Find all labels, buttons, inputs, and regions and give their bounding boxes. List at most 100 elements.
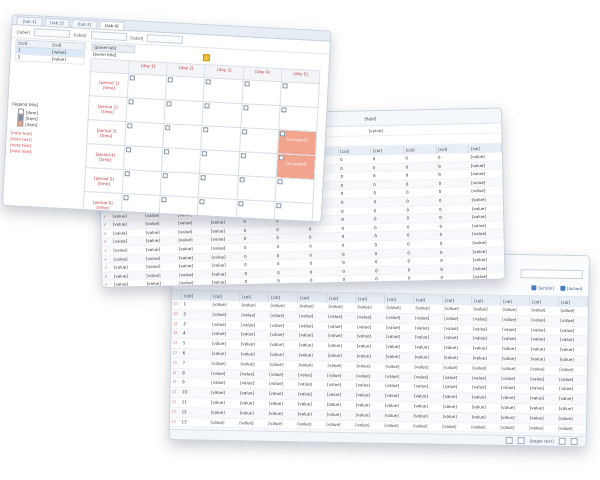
time-slot[interactable]: [occupied] <box>276 153 316 180</box>
filter-input-3[interactable] <box>147 34 184 44</box>
tab-2[interactable]: [tab 2] <box>43 17 70 28</box>
row-checkbox[interactable]: ☐ <box>170 407 180 418</box>
row-checkbox[interactable]: ☐ <box>171 319 182 330</box>
column-header[interactable]: [col] <box>384 293 414 305</box>
time-slot[interactable] <box>199 149 240 176</box>
slot-checkbox[interactable] <box>165 125 171 131</box>
time-slot[interactable] <box>240 103 280 130</box>
row-checkbox[interactable]: ☐ <box>170 387 181 398</box>
slot-checkbox[interactable] <box>242 105 249 111</box>
search-input[interactable] <box>520 269 583 280</box>
column-header[interactable]: [col] <box>471 295 501 306</box>
time-slot[interactable] <box>241 79 282 106</box>
prev-page-button[interactable] <box>517 437 525 445</box>
slot-checkbox[interactable] <box>166 101 172 107</box>
slot-checkbox[interactable] <box>239 177 245 183</box>
time-slot[interactable] <box>123 145 164 172</box>
time-slot[interactable] <box>201 125 241 152</box>
time-slot[interactable] <box>160 171 200 198</box>
row-checkbox[interactable]: ✓ <box>101 229 112 238</box>
row-checkbox[interactable]: ✓ <box>101 220 111 230</box>
column-header[interactable]: [col] <box>500 295 530 307</box>
row-checkbox[interactable]: ✓ <box>101 237 112 247</box>
filter-input-2[interactable] <box>90 31 127 42</box>
row-checkbox[interactable]: ☐ <box>170 358 181 369</box>
row-checkbox[interactable]: ☐ <box>169 446 180 448</box>
tab-3[interactable]: [tab 3] <box>71 19 98 29</box>
action-button-2[interactable]: [action] <box>559 285 582 291</box>
slot-checkbox[interactable] <box>282 83 288 89</box>
slot-checkbox[interactable] <box>162 173 169 179</box>
row-checkbox[interactable]: ✓ <box>101 211 111 221</box>
slot-checkbox[interactable] <box>202 151 208 157</box>
slot-checkbox[interactable] <box>240 153 246 159</box>
column-header[interactable]: [col] <box>181 290 211 301</box>
time-slot[interactable] <box>122 169 162 196</box>
column-header[interactable]: [col] <box>239 291 269 302</box>
row-checkbox[interactable]: ☐ <box>169 417 180 428</box>
row-checkbox[interactable]: ☐ <box>170 368 181 379</box>
slot-checkbox[interactable] <box>275 203 282 209</box>
column-header[interactable]: [col] <box>529 296 559 307</box>
column-header[interactable]: [col] <box>442 294 472 306</box>
column-header[interactable]: [col] <box>326 292 356 304</box>
row-checkbox[interactable]: ✓ <box>102 280 113 288</box>
slot-checkbox[interactable] <box>281 107 287 113</box>
slot-checkbox[interactable] <box>167 77 174 83</box>
slot-checkbox[interactable] <box>201 175 207 181</box>
slot-checkbox[interactable] <box>241 129 247 135</box>
column-header[interactable]: [col] <box>297 292 327 303</box>
slot-checkbox[interactable] <box>206 79 212 85</box>
time-slot[interactable] <box>202 101 242 128</box>
row-checkbox[interactable]: ✓ <box>102 271 112 281</box>
column-header[interactable]: [col] <box>413 294 443 305</box>
time-slot[interactable] <box>237 151 278 178</box>
table-row[interactable]: ☐16[value][value][value][value][value][v… <box>169 446 585 448</box>
row-checkbox[interactable]: ☐ <box>171 309 182 320</box>
slot-checkbox[interactable] <box>277 179 283 185</box>
time-slot[interactable] <box>274 177 315 204</box>
time-slot[interactable] <box>124 121 165 148</box>
time-slot[interactable] <box>236 175 277 202</box>
slot-checkbox[interactable] <box>204 103 211 109</box>
time-slot[interactable] <box>161 147 202 174</box>
next-page-button[interactable] <box>558 437 566 445</box>
time-slot[interactable] <box>273 201 313 223</box>
time-slot[interactable] <box>278 105 319 132</box>
row-checkbox[interactable]: ☐ <box>171 300 182 310</box>
slot-checkbox[interactable] <box>164 149 170 155</box>
row-checkbox[interactable]: ☐ <box>171 338 181 349</box>
time-slot[interactable] <box>163 123 203 150</box>
time-slot[interactable] <box>203 77 244 104</box>
time-slot[interactable] <box>126 97 166 124</box>
time-slot[interactable] <box>279 81 320 108</box>
time-slot[interactable] <box>198 173 238 200</box>
row-checkbox[interactable]: ✓ <box>101 254 112 264</box>
column-header[interactable] <box>172 290 182 301</box>
column-header[interactable]: [col] <box>210 290 240 302</box>
slot-checkbox[interactable] <box>123 195 129 201</box>
first-page-button[interactable] <box>505 436 513 444</box>
slot-checkbox[interactable] <box>126 147 132 153</box>
slot-checkbox[interactable] <box>244 81 250 87</box>
time-slot[interactable]: [occupied] <box>277 129 317 156</box>
row-checkbox[interactable]: ✓ <box>102 263 112 273</box>
time-slot[interactable] <box>239 127 279 154</box>
slot-checkbox[interactable] <box>279 131 286 137</box>
column-header[interactable]: [col] <box>355 293 385 304</box>
tab-1[interactable]: [tab 1] <box>16 16 43 26</box>
row-checkbox[interactable]: ✓ <box>101 246 112 255</box>
slot-checkbox[interactable] <box>278 155 284 161</box>
slot-checkbox[interactable] <box>237 201 244 207</box>
row-checkbox[interactable]: ☐ <box>171 328 182 339</box>
time-slot[interactable] <box>165 75 205 102</box>
time-slot[interactable] <box>164 99 204 126</box>
column-header[interactable]: [col] <box>558 296 588 308</box>
row-checkbox[interactable]: ☐ <box>170 397 180 408</box>
slot-checkbox[interactable] <box>199 199 206 205</box>
slot-checkbox[interactable] <box>124 171 131 177</box>
time-slot[interactable] <box>127 73 167 100</box>
refresh-button[interactable] <box>570 437 578 446</box>
slot-checkbox[interactable] <box>127 123 133 129</box>
slot-checkbox[interactable] <box>128 99 134 105</box>
